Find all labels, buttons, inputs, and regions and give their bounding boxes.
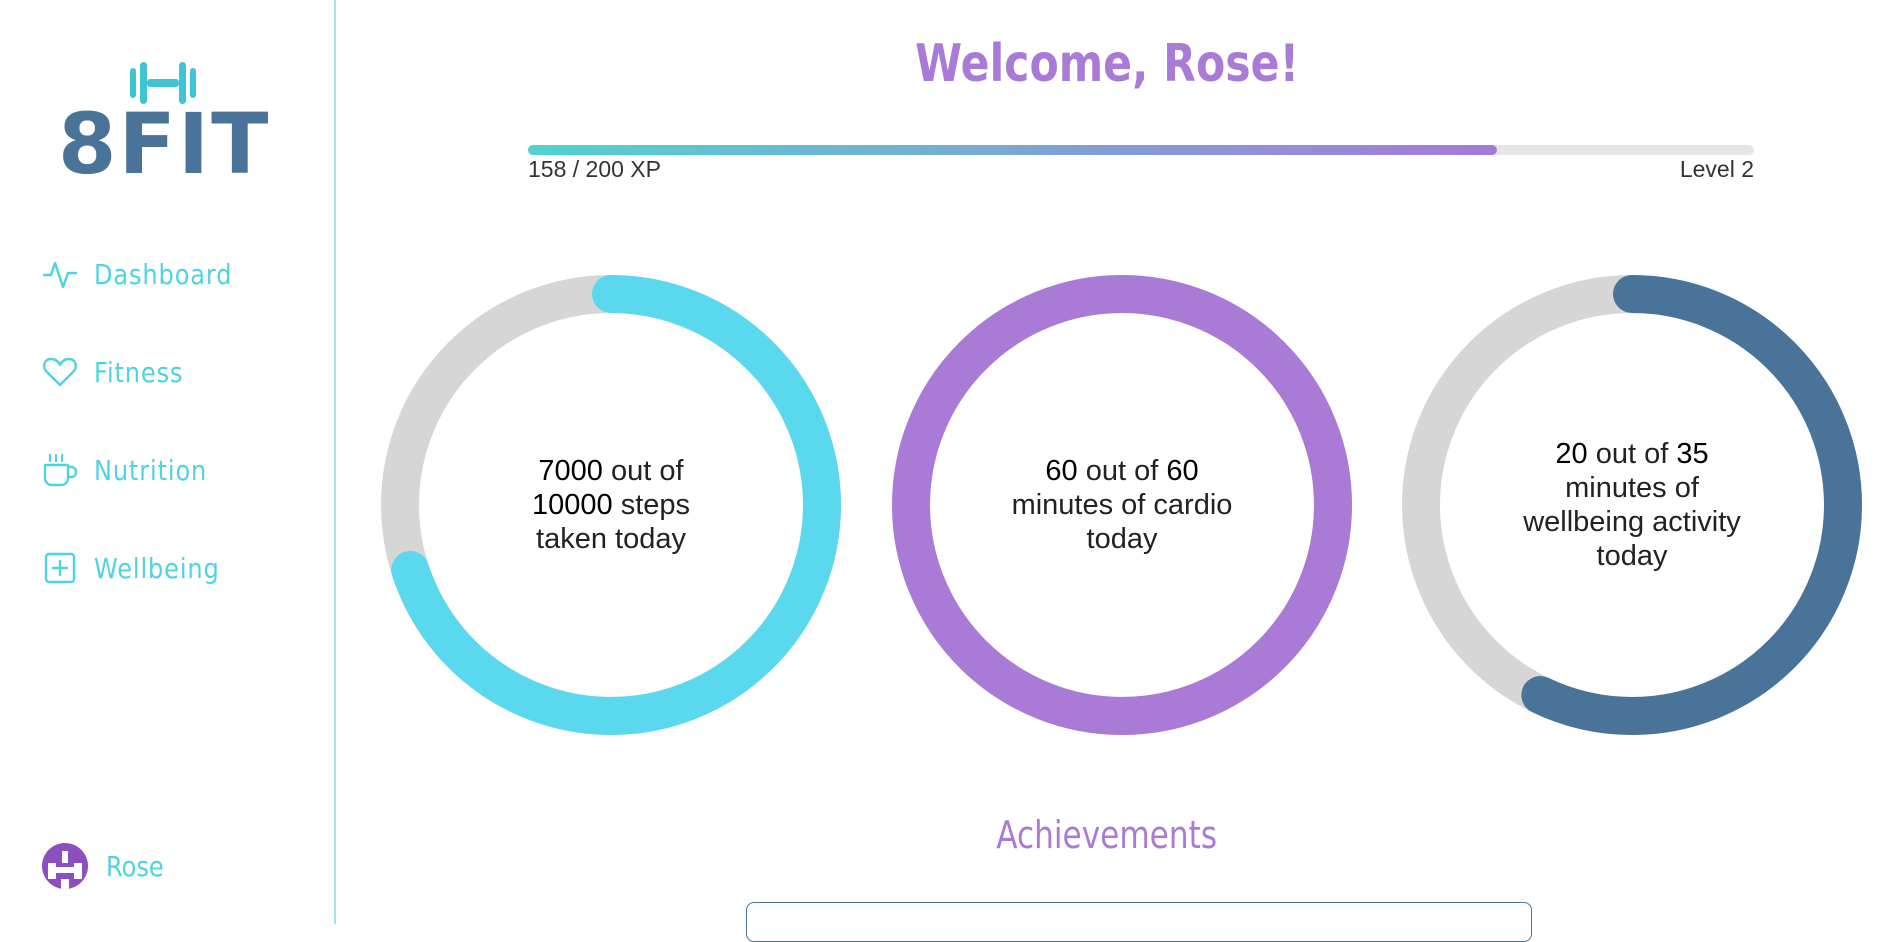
cardio-goal: 60 (1166, 455, 1199, 487)
sidebar-item-fitness[interactable]: Fitness (42, 352, 198, 392)
sidebar-item-label: Nutrition (94, 453, 208, 487)
steps-caption: taken today (536, 523, 686, 555)
sidebar-item-label: Wellbeing (94, 551, 220, 585)
wellbeing-goal: 35 (1676, 438, 1709, 470)
coffee-cup-icon (42, 452, 78, 488)
sidebar: 8FIT Dashboard Fitness Nutrition Wellbei… (0, 0, 336, 924)
logo-text: 8FIT (58, 95, 271, 193)
logo[interactable]: 8FIT (58, 62, 268, 190)
sidebar-item-label: Dashboard (94, 257, 233, 291)
out-of-text: out of (611, 455, 684, 487)
xp-progress-fill (528, 145, 1497, 155)
cardio-unit: minutes of cardio (1011, 489, 1233, 521)
xp-count: 158 / 200 XP (528, 156, 661, 182)
sidebar-item-label: Fitness (94, 355, 184, 389)
steps-value: 7000 (538, 455, 603, 487)
out-of-text: out of (1595, 438, 1669, 470)
cardio-value: 60 (1045, 455, 1078, 487)
cardio-caption: today (1086, 523, 1158, 555)
achievements-heading: Achievements (996, 813, 1218, 857)
cardio-ring: 60 out of 60 minutes of cardio today (892, 275, 1352, 735)
wellbeing-unit: minutes of (1565, 472, 1699, 504)
sidebar-item-wellbeing[interactable]: Wellbeing (42, 548, 240, 588)
heart-icon (42, 354, 78, 390)
achievements-panel (746, 902, 1532, 942)
steps-goal: 10000 (531, 489, 613, 521)
steps-unit: steps (620, 489, 691, 521)
wellbeing-ring: 20 out of 35 minutes of wellbeing activi… (1402, 275, 1862, 735)
level-label: Level 2 (1679, 156, 1754, 182)
sidebar-item-nutrition[interactable]: Nutrition (42, 450, 226, 490)
activity-icon (42, 256, 78, 292)
plus-square-icon (42, 550, 78, 586)
steps-ring-label: 7000 out of 10000 steps taken today (471, 365, 751, 645)
wellbeing-caption: wellbeing activity today (1523, 506, 1741, 572)
wellbeing-value: 20 (1555, 438, 1588, 470)
sidebar-item-dashboard[interactable]: Dashboard (42, 254, 255, 294)
wellbeing-ring-label: 20 out of 35 minutes of wellbeing activi… (1492, 365, 1772, 645)
page-title: Welcome, Rose! (915, 34, 1299, 94)
steps-ring: 7000 out of 10000 steps taken today (381, 275, 841, 735)
avatar (42, 843, 88, 889)
user-name: Rose (106, 849, 164, 883)
user-profile[interactable]: Rose (42, 842, 173, 890)
xp-progress-bar (528, 145, 1754, 155)
out-of-text: out of (1085, 455, 1159, 487)
cardio-ring-label: 60 out of 60 minutes of cardio today (982, 365, 1262, 645)
